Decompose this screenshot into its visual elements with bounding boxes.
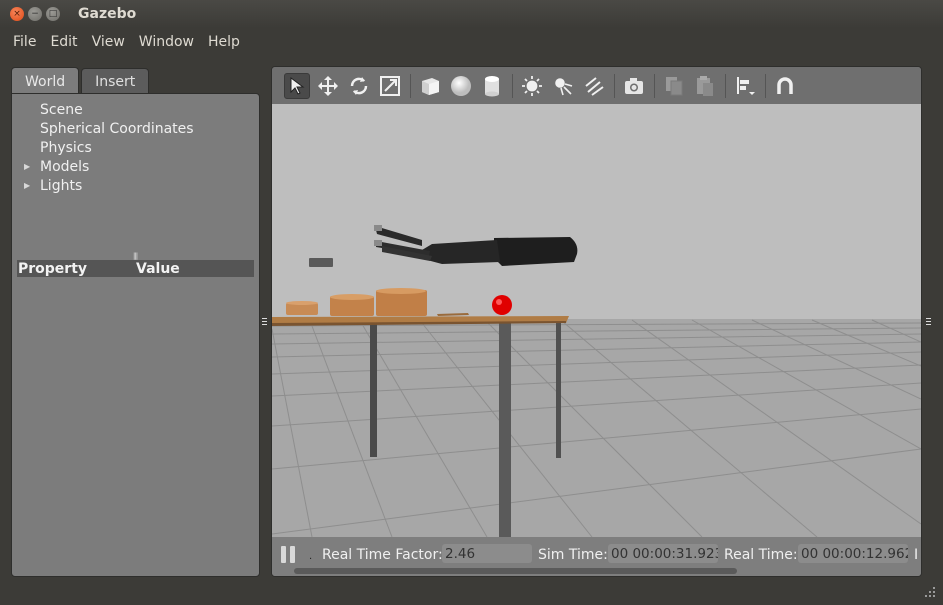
status-bar: . Real Time Factor: 2.46 Sim Time: 00 00… — [272, 537, 921, 576]
translate-icon[interactable] — [315, 73, 341, 99]
point-light-icon[interactable] — [519, 73, 545, 99]
value-column-header: Value — [136, 260, 180, 277]
tree-item-label: Lights — [40, 177, 83, 194]
step-button[interactable]: . — [309, 551, 312, 562]
close-window-button[interactable]: × — [10, 7, 24, 21]
menu-bar: File Edit View Window Help — [0, 28, 943, 56]
tree-item-label: Models — [40, 158, 90, 175]
menu-window[interactable]: Window — [132, 34, 201, 50]
spot-light-icon[interactable] — [550, 73, 576, 99]
align-icon[interactable] — [732, 73, 758, 99]
real-time-factor-label: Real Time Factor: — [322, 547, 443, 563]
window-title: Gazebo — [78, 6, 137, 22]
3d-scene-viewport[interactable] — [272, 104, 921, 537]
ground-plane — [272, 319, 921, 537]
tab-world[interactable]: World — [11, 67, 80, 95]
paste-icon[interactable] — [692, 73, 718, 99]
box-shape-icon[interactable] — [417, 73, 443, 99]
tab-insert[interactable]: Insert — [81, 68, 150, 95]
snap-magnet-icon[interactable] — [772, 73, 798, 99]
splitter-handle[interactable]: ||| — [133, 252, 138, 260]
tree-item-models[interactable]: ▶ Models — [24, 157, 194, 176]
status-overflow-text: I — [914, 547, 919, 563]
sphere-shape-icon[interactable] — [448, 73, 474, 99]
directional-light-icon[interactable] — [581, 73, 607, 99]
tree-item-spherical-coordinates[interactable]: Spherical Coordinates — [24, 119, 194, 138]
sim-time-value: 00 00:00:31.923 — [608, 544, 718, 563]
expand-arrow-icon[interactable]: ▶ — [24, 181, 40, 190]
copy-icon[interactable] — [661, 73, 687, 99]
property-table-header: Property Value — [17, 260, 254, 277]
screenshot-camera-icon[interactable] — [621, 73, 647, 99]
left-splitter-handle[interactable] — [262, 318, 267, 326]
render-view-frame: . Real Time Factor: 2.46 Sim Time: 00 00… — [271, 66, 922, 577]
maximize-window-button[interactable]: □ — [46, 7, 60, 21]
window-controls: × − □ — [10, 7, 60, 21]
select-arrow-icon[interactable] — [284, 72, 310, 99]
expand-arrow-icon[interactable]: ▶ — [24, 162, 40, 171]
world-tree: Scene Spherical Coordinates Physics ▶ Mo… — [24, 100, 194, 195]
menu-edit[interactable]: Edit — [43, 34, 84, 50]
real-time-label: Real Time: — [724, 547, 798, 563]
sim-time-label: Sim Time: — [538, 547, 608, 563]
toolbar — [272, 67, 921, 104]
pause-button[interactable] — [281, 546, 297, 564]
real-time-value: 00 00:00:12.962 — [798, 544, 908, 563]
menu-view[interactable]: View — [85, 34, 132, 50]
apple — [492, 295, 512, 315]
real-time-factor-value: 2.46 — [442, 544, 532, 563]
tree-item-label: Scene — [40, 101, 83, 118]
title-bar: × − □ Gazebo — [0, 0, 943, 28]
menu-file[interactable]: File — [6, 34, 43, 50]
tree-item-label: Physics — [40, 139, 92, 156]
cylinder-shape-icon[interactable] — [479, 73, 505, 99]
left-panel-tabs: World Insert — [11, 67, 150, 95]
robot-hand — [374, 225, 578, 266]
right-splitter-handle[interactable] — [926, 318, 931, 326]
tree-item-physics[interactable]: Physics — [24, 138, 194, 157]
menu-help[interactable]: Help — [201, 34, 247, 50]
minimize-window-button[interactable]: − — [28, 7, 42, 21]
scale-icon[interactable] — [377, 73, 403, 99]
tree-item-scene[interactable]: Scene — [24, 100, 194, 119]
horizontal-scrollbar[interactable] — [294, 568, 737, 574]
world-panel: Scene Spherical Coordinates Physics ▶ Mo… — [11, 93, 260, 577]
tree-item-lights[interactable]: ▶ Lights — [24, 176, 194, 195]
property-column-header: Property — [18, 260, 88, 277]
rotate-icon[interactable] — [346, 73, 372, 99]
objects-on-table — [286, 258, 512, 316]
resize-grip-icon[interactable] — [925, 587, 935, 597]
tree-item-label: Spherical Coordinates — [40, 120, 194, 137]
